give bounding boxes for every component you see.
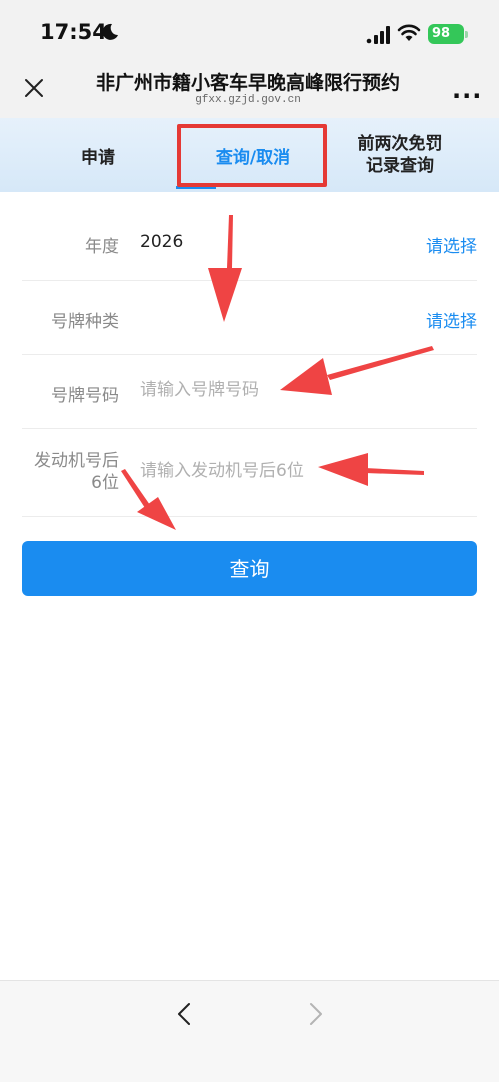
tab-penalty-free-record[interactable]: 前两次免罚 记录查询 — [340, 118, 460, 192]
bottom-toolbar — [0, 980, 499, 1082]
chevron-left-icon[interactable] — [170, 999, 200, 1029]
plate-type-picker[interactable]: 请选择 — [426, 307, 477, 332]
battery-level: 98 — [432, 26, 451, 41]
page-domain: gfxx.gzjd.gov.cn — [195, 94, 301, 106]
form-row-plate-number: 号牌号码 — [22, 354, 477, 429]
wifi-icon — [397, 24, 421, 41]
year-picker[interactable]: 请选择 — [426, 232, 477, 257]
battery-icon: 98 — [428, 24, 468, 44]
more-menu-button[interactable]: ... — [452, 76, 482, 104]
query-button[interactable]: 查询 — [22, 541, 477, 596]
tab-penalty-free-record-label: 前两次免罚 记录查询 — [358, 133, 443, 177]
moon-icon — [102, 23, 118, 40]
close-icon[interactable] — [22, 76, 46, 100]
form-row-plate-type: 号牌种类 请选择 — [22, 280, 477, 355]
active-tab-indicator — [176, 186, 216, 189]
plate-number-input[interactable] — [140, 380, 430, 400]
top-bar: 17:54 98 非广州市籍小客车早晚高峰限行预约 gfxx.gzjd.gov.… — [0, 0, 499, 118]
cellular-signal-icon — [366, 26, 390, 44]
tab-penalty-line2: 记录查询 — [366, 156, 434, 176]
year-label: 年度 — [85, 237, 119, 257]
tab-bar: 申请 查询/取消 前两次免罚 记录查询 — [0, 118, 499, 192]
page-title: 非广州市籍小客车早晚高峰限行预约 — [95, 72, 400, 94]
tab-query-cancel[interactable]: 查询/取消 — [178, 118, 328, 192]
status-time: 17:54 — [40, 20, 107, 44]
engine-number-label: 发动机号后 6位 — [19, 450, 119, 494]
form-row-year: 年度 2026 请选择 — [22, 206, 477, 281]
tab-query-cancel-label: 查询/取消 — [215, 147, 291, 168]
tab-apply-label: 申请 — [81, 147, 115, 168]
tab-apply[interactable]: 申请 — [40, 118, 156, 192]
engine-number-input[interactable] — [140, 461, 430, 481]
chevron-right-icon[interactable] — [300, 999, 330, 1029]
plate-number-label: 号牌号码 — [51, 386, 119, 406]
year-value: 2026 — [140, 232, 184, 252]
form-row-engine-number: 发动机号后 6位 — [22, 428, 477, 517]
tab-penalty-line1: 前两次免罚 — [357, 134, 443, 154]
engine-label-line2: 6位 — [91, 473, 119, 493]
engine-label-line1: 发动机号后 — [34, 451, 119, 471]
plate-type-label: 号牌种类 — [51, 312, 119, 332]
